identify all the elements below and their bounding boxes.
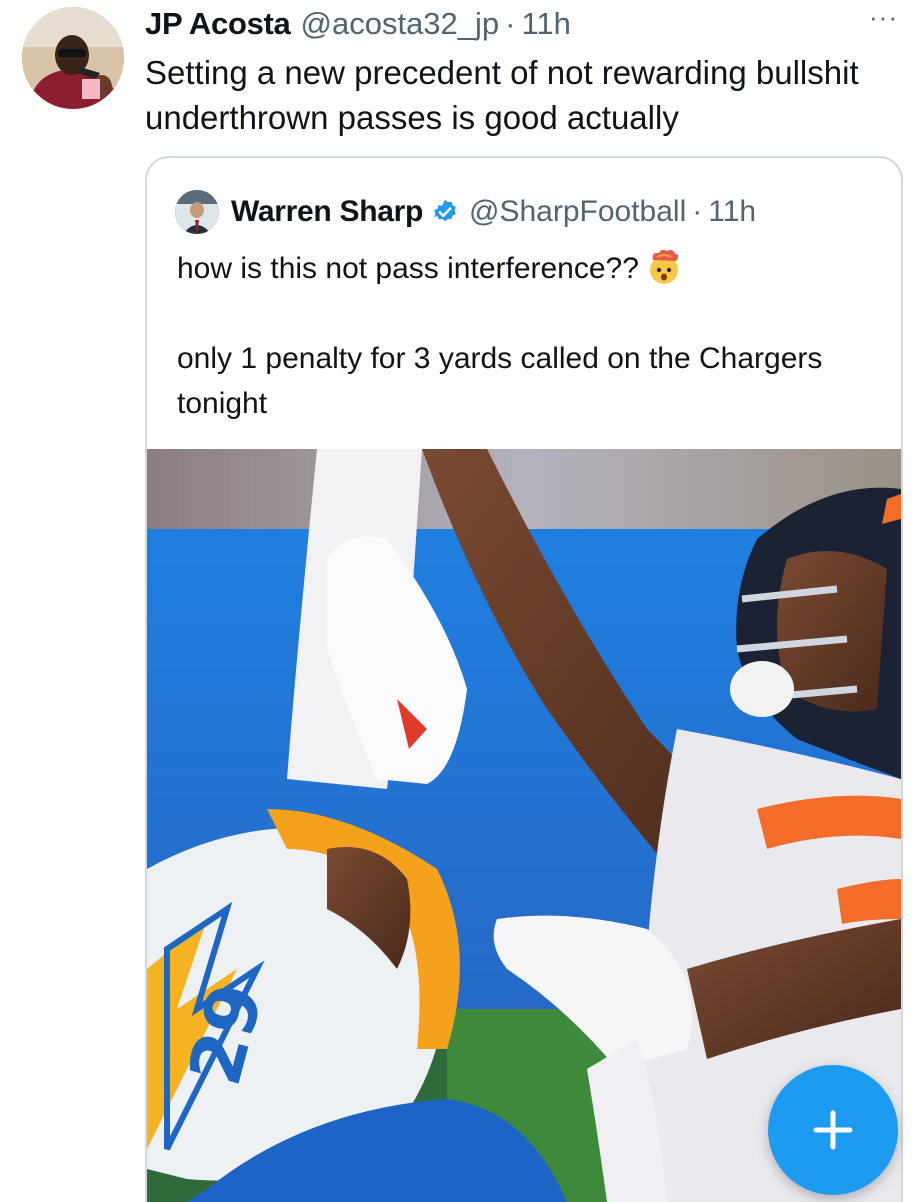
quoted-timestamp[interactable]: 11h [708, 195, 756, 229]
quoted-text-rest: only 1 penalty for 3 yards called on the… [177, 342, 823, 420]
tweet-header: JP Acosta @acosta32_jp · 11h [145, 2, 890, 46]
more-options-icon[interactable]: ··· [869, 2, 898, 33]
quoted-tweet-text: how is this not pass interference?? only… [177, 246, 877, 426]
quoted-author-handle[interactable]: @SharpFootball [469, 195, 686, 229]
tweet-timestamp[interactable]: 11h [521, 6, 570, 42]
author-handle[interactable]: @acosta32_jp [301, 6, 500, 42]
separator-dot: · [505, 6, 516, 41]
author-name[interactable]: JP Acosta [145, 6, 291, 42]
avatar-image [22, 7, 124, 109]
plus-icon [813, 1110, 853, 1150]
compose-fab-button[interactable] [768, 1065, 898, 1195]
quoted-avatar-image [175, 190, 219, 234]
quoted-author-avatar[interactable] [175, 190, 219, 234]
verified-badge-icon [431, 198, 459, 226]
quoted-separator-dot: · [692, 195, 703, 228]
quoted-tweet[interactable]: Warren Sharp @SharpFootball · 11h how is… [145, 156, 903, 1202]
quoted-author-name[interactable]: Warren Sharp [231, 195, 423, 229]
quoted-tweet-header: Warren Sharp @SharpFootball · 11h [175, 188, 756, 236]
quoted-text-line1: how is this not pass interference?? [177, 252, 639, 285]
author-avatar[interactable] [22, 7, 124, 109]
tweet-text: Setting a new precedent of not rewarding… [145, 54, 859, 136]
exploding-head-emoji-icon [645, 248, 683, 286]
